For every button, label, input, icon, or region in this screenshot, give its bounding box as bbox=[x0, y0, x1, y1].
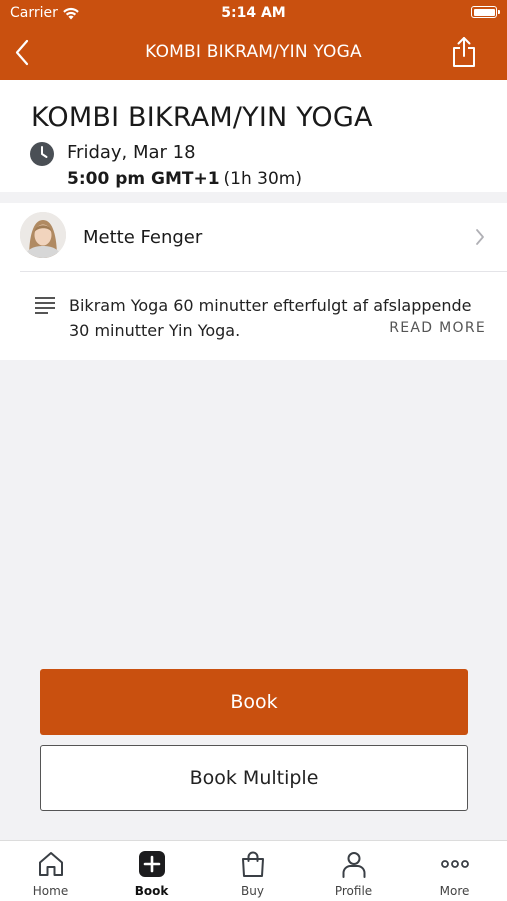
tab-profile[interactable]: Profile bbox=[303, 841, 404, 901]
header-bar: Carrier 5:14 AM KOMBI BIKRAM/YIN YOGA bbox=[0, 0, 507, 80]
status-bar: Carrier 5:14 AM bbox=[0, 0, 507, 28]
book-multiple-button[interactable]: Book Multiple bbox=[40, 745, 468, 811]
instructor-row[interactable]: Mette Fenger bbox=[20, 203, 507, 272]
clock-icon bbox=[30, 142, 54, 170]
class-start-time: 5:00 pm GMT+1 bbox=[67, 169, 220, 189]
tab-home[interactable]: Home bbox=[0, 841, 101, 901]
class-time: 5:00 pm GMT+1 (1h 30m) bbox=[67, 169, 302, 189]
tab-buy[interactable]: Buy bbox=[202, 841, 303, 901]
chevron-right-icon bbox=[475, 228, 485, 250]
chevron-left-icon bbox=[15, 39, 29, 66]
home-icon bbox=[38, 852, 63, 876]
share-button[interactable] bbox=[451, 36, 477, 68]
nav-title: KOMBI BIKRAM/YIN YOGA bbox=[145, 42, 362, 62]
tab-book-label: Book bbox=[134, 884, 169, 898]
tab-more-label: More bbox=[439, 884, 470, 898]
person-icon bbox=[342, 852, 365, 878]
instructor-name: Mette Fenger bbox=[83, 227, 203, 248]
tab-more[interactable]: More bbox=[404, 841, 505, 901]
navigation-bar: KOMBI BIKRAM/YIN YOGA bbox=[0, 28, 507, 80]
tab-buy-label: Buy bbox=[241, 884, 264, 898]
read-more-link[interactable]: READ MORE bbox=[389, 320, 486, 336]
share-icon bbox=[453, 37, 475, 67]
description-icon bbox=[35, 297, 55, 318]
shopping-bag-icon bbox=[241, 851, 264, 877]
tab-home-label: Home bbox=[32, 884, 69, 898]
status-time: 5:14 AM bbox=[221, 5, 286, 21]
avatar bbox=[20, 212, 66, 258]
ellipsis-icon bbox=[440, 860, 469, 868]
tab-profile-label: Profile bbox=[334, 884, 373, 898]
back-button[interactable] bbox=[12, 38, 36, 68]
tab-bar: Home Book Buy Profile More bbox=[0, 840, 507, 901]
class-duration: (1h 30m) bbox=[223, 169, 302, 189]
class-date: Friday, Mar 18 bbox=[67, 142, 196, 163]
class-info: KOMBI BIKRAM/YIN YOGA Friday, Mar 18 5:0… bbox=[0, 80, 507, 192]
battery-icon bbox=[471, 6, 500, 18]
book-button[interactable]: Book bbox=[40, 669, 468, 735]
plus-square-icon bbox=[138, 851, 165, 877]
tab-book[interactable]: Book bbox=[101, 841, 202, 901]
class-title: KOMBI BIKRAM/YIN YOGA bbox=[31, 102, 373, 133]
